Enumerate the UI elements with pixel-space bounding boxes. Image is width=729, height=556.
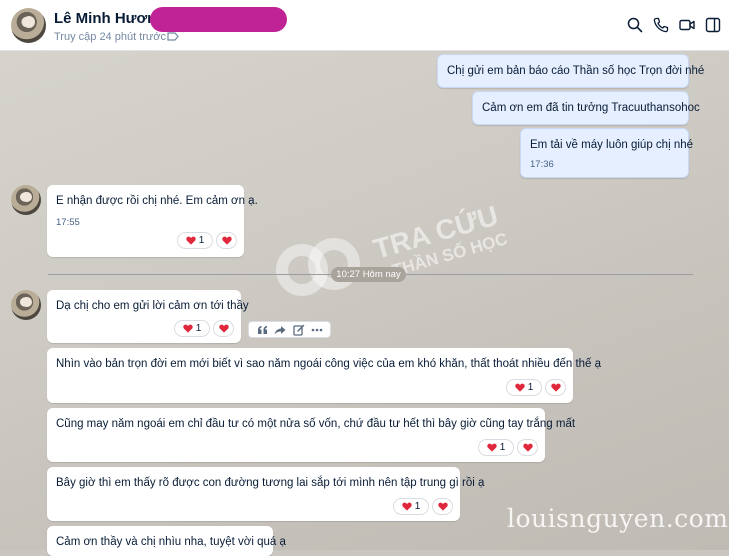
- reaction-summary[interactable]: 1: [478, 439, 514, 456]
- chat-header: Lê Minh Hương - Truy cập 24 phút trước: [0, 0, 729, 51]
- quote-icon[interactable]: [255, 324, 269, 336]
- heart-icon: [522, 443, 533, 452]
- heart-icon: [218, 324, 229, 333]
- heart-icon: [402, 502, 412, 511]
- site-signature-watermark: louisnguyen.com: [507, 504, 729, 533]
- heart-icon: [221, 236, 232, 245]
- message-time: 17:36: [530, 159, 554, 170]
- react-button[interactable]: [545, 379, 566, 396]
- message-text: Chị gửi em bản báo cáo Thần số học Trọn …: [447, 65, 705, 77]
- message-text: Cũng may năm ngoái em chỉ đầu tư có một …: [56, 418, 576, 430]
- message-text: Cảm ơn em đã tin tưởng Tracuuthansohoc: [482, 102, 700, 114]
- react-button[interactable]: [432, 498, 453, 515]
- time-separator-label: 10:27 Hôm nay: [331, 267, 406, 282]
- heart-icon: [487, 443, 497, 452]
- tag-icon[interactable]: [167, 32, 179, 41]
- message-text: Dạ chị cho em gửi lời cảm ơn tới thầy: [56, 300, 249, 312]
- reaction-summary[interactable]: 1: [393, 498, 429, 515]
- message-bubble-sent[interactable]: Em tải về máy luôn giúp chị nhé 17:36: [520, 128, 693, 178]
- reaction-count: 1: [195, 323, 202, 334]
- heart-icon: [186, 236, 196, 245]
- message-time: 17:55: [56, 217, 80, 228]
- reaction-summary[interactable]: 1: [506, 379, 542, 396]
- message-bubble-received[interactable]: Cảm ơn thầy và chị nhìu nha, tuyệt vời q…: [47, 526, 286, 556]
- sender-avatar[interactable]: [11, 185, 41, 215]
- last-active-status: Truy cập 24 phút trước: [54, 31, 166, 43]
- phone-icon[interactable]: [653, 17, 669, 33]
- heart-icon: [550, 383, 561, 392]
- more-options-icon[interactable]: [310, 324, 324, 336]
- message-text: Bây giờ thì em thấy rõ được con đường tư…: [56, 477, 485, 489]
- reaction-count: 1: [414, 501, 421, 512]
- video-icon[interactable]: [679, 17, 695, 33]
- message-bubble-received[interactable]: Nhìn vào bản trọn đời em mới biết vì sao…: [47, 348, 601, 403]
- reaction-count: 1: [198, 235, 205, 246]
- message-text: E nhận được rồi chị nhé. Em cảm ơn ạ.: [56, 195, 258, 207]
- message-bubble-received[interactable]: Dạ chị cho em gửi lời cảm ơn tới thầy 1: [47, 290, 249, 343]
- message-text: Nhìn vào bản trọn đời em mới biết vì sao…: [56, 358, 602, 370]
- watermark-logo-ring: [308, 238, 360, 290]
- reaction-summary[interactable]: 1: [177, 232, 213, 249]
- contact-avatar[interactable]: [11, 8, 46, 43]
- message-bubble-received[interactable]: Bây giờ thì em thấy rõ được con đường tư…: [47, 467, 484, 521]
- reaction-count: 1: [499, 442, 506, 453]
- reaction-count: 1: [527, 382, 534, 393]
- message-bubble-sent[interactable]: Cảm ơn em đã tin tưởng Tracuuthansohoc: [472, 91, 700, 125]
- message-text: Cảm ơn thầy và chị nhìu nha, tuyệt vời q…: [56, 536, 286, 548]
- react-button[interactable]: [216, 232, 237, 249]
- side-panel-icon[interactable]: [705, 17, 721, 33]
- forward-icon[interactable]: [273, 324, 287, 336]
- message-action-bar: [248, 321, 331, 338]
- message-bubble-received[interactable]: Cũng may năm ngoái em chỉ đầu tư có một …: [47, 408, 575, 462]
- message-bubble-received[interactable]: E nhận được rồi chị nhé. Em cảm ơn ạ. 17…: [47, 185, 258, 257]
- heart-icon: [183, 324, 193, 333]
- message-text: Em tải về máy luôn giúp chị nhé: [530, 139, 694, 151]
- heart-icon: [515, 383, 525, 392]
- react-button[interactable]: [517, 439, 538, 456]
- edit-todo-icon[interactable]: [292, 324, 306, 336]
- search-icon[interactable]: [627, 17, 643, 33]
- reaction-summary[interactable]: 1: [174, 320, 210, 337]
- sender-avatar[interactable]: [11, 290, 41, 320]
- message-bubble-sent[interactable]: Chị gửi em bản báo cáo Thần số học Trọn …: [437, 54, 704, 88]
- react-button[interactable]: [213, 320, 234, 337]
- heart-icon: [437, 502, 448, 511]
- redacted-name-mark: [150, 7, 287, 32]
